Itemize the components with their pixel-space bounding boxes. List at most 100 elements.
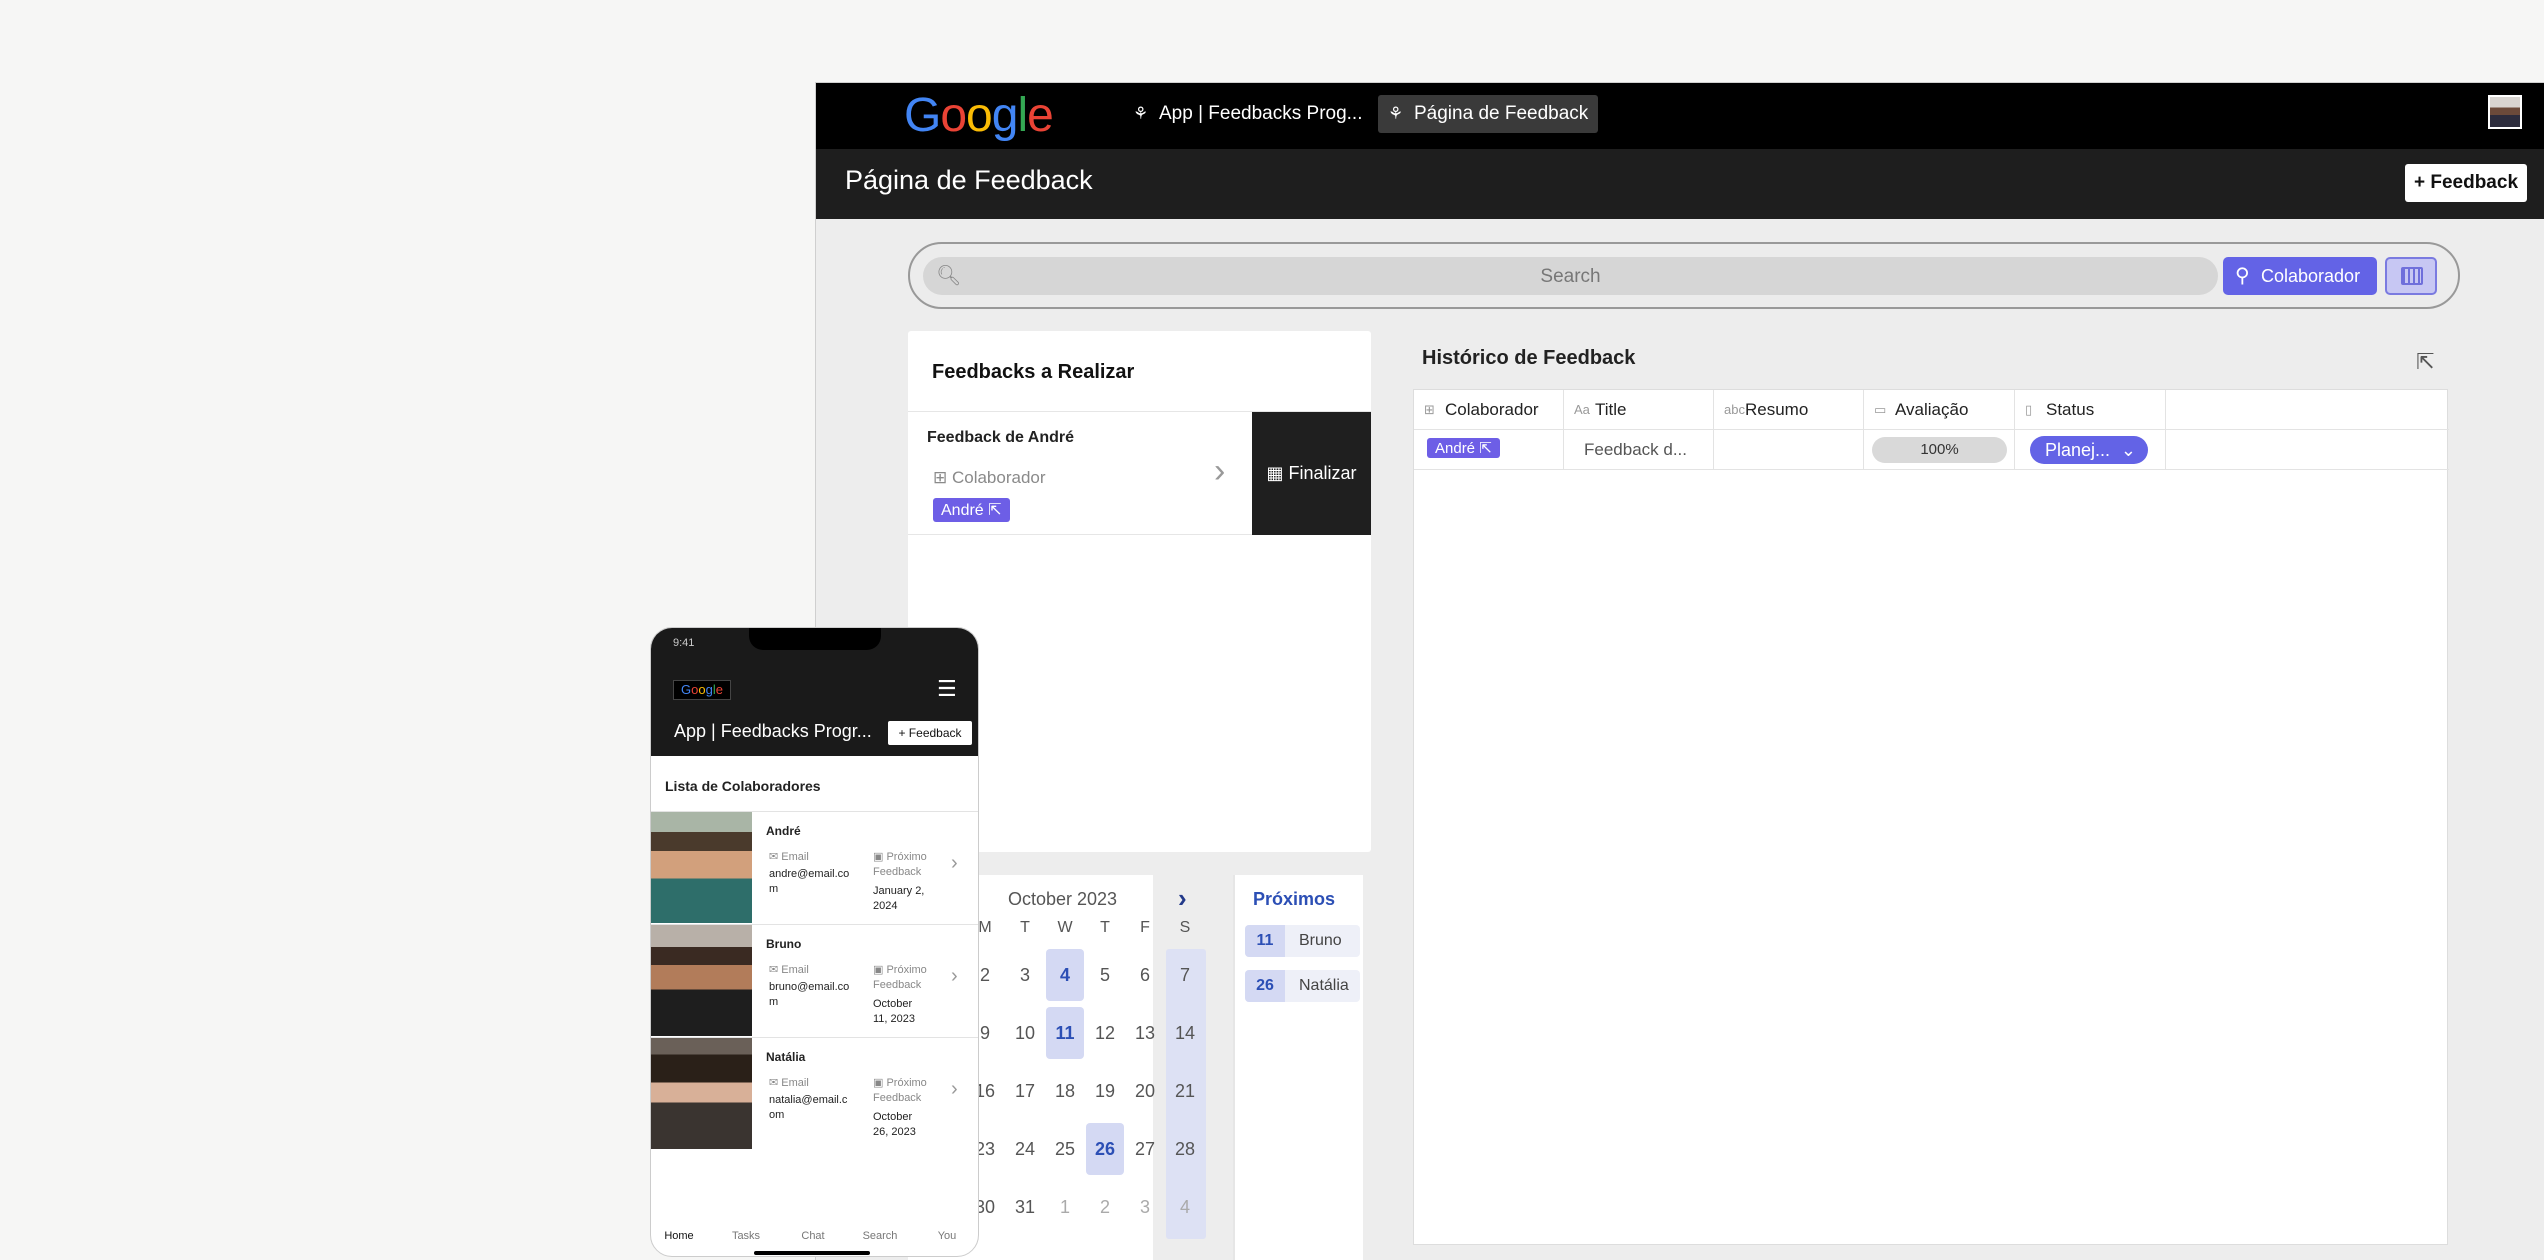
app-icon: ⚘ [1133, 104, 1149, 123]
hamburger-menu-icon[interactable]: ☰ [937, 676, 957, 702]
collaborator-name: Natália [766, 1050, 806, 1064]
feedback-card[interactable]: Feedback de André ⊞ Colaborador André ⇱ … [908, 411, 1371, 535]
calendar-day[interactable]: 21 [1166, 1065, 1204, 1117]
column-header-title[interactable]: Aa Title [1564, 390, 1714, 430]
calendar-weekday: S [1179, 919, 1191, 936]
collaborator-row[interactable]: Natália ✉ Email natalia@email.com ▣ Próximo… [651, 1037, 978, 1149]
cell-status[interactable]: Planej... ⌄ [2015, 430, 2166, 470]
phone-tab-you[interactable]: You [914, 1230, 978, 1242]
upcoming-title: Próximos [1253, 889, 1336, 909]
expand-icon[interactable]: ⇱ [2416, 349, 2434, 375]
calendar-day[interactable]: 25 [1046, 1123, 1084, 1175]
cell-colaborador[interactable]: André ⇱ [1414, 430, 1564, 470]
calendar-day[interactable]: 17 [1006, 1065, 1044, 1117]
user-avatar[interactable] [2488, 95, 2522, 129]
calendar-view-button[interactable] [2385, 257, 2437, 295]
search-input[interactable]: 🔍︎ Search [923, 257, 2218, 295]
upcoming-name: Natália [1299, 977, 1349, 994]
chevron-right-icon[interactable]: › [1178, 883, 1187, 914]
phone-tab-tasks[interactable]: Tasks [713, 1230, 779, 1242]
chevron-down-icon: ⌄ [2120, 440, 2136, 460]
column-header-avaliacao[interactable]: ▭ Avaliação [1864, 390, 2015, 430]
next-feedback-label: ▣ Próximo Feedback [873, 851, 927, 878]
calendar-day[interactable]: 19 [1086, 1065, 1124, 1117]
calendar-day[interactable]: 24 [1006, 1123, 1044, 1175]
google-logo[interactable]: Google [904, 88, 1054, 143]
collaborator-row[interactable]: Bruno ✉ Email bruno@email.com ▣ Próximo Fee… [651, 924, 978, 1036]
email-label: ✉ Email [769, 964, 809, 976]
finalize-button[interactable]: ▦ Finalizar [1252, 412, 1371, 535]
upcoming-item[interactable]: 11 Bruno [1245, 925, 1360, 957]
cell-avaliacao[interactable]: 100% [1864, 430, 2015, 470]
calendar-day[interactable]: 13 [1126, 1007, 1164, 1059]
cell-title[interactable]: Feedback d... [1564, 430, 1714, 470]
calendar-day[interactable]: 7 [1166, 949, 1204, 1001]
new-feedback-button[interactable]: + Feedback [2405, 164, 2527, 202]
abc-icon: abc [1724, 402, 1745, 417]
nav-tab-label: Página de Feedback [1414, 103, 1589, 124]
calendar-day[interactable]: 6 [1126, 949, 1164, 1001]
relation-icon: ⊞ [1424, 402, 1435, 417]
colaborador-field-label: ⊞ Colaborador [933, 468, 1046, 487]
calendar-day[interactable]: 31 [1006, 1181, 1044, 1233]
calendar-day[interactable]: 28 [1166, 1123, 1204, 1175]
column-header-resumo[interactable]: abc Resumo [1714, 390, 1864, 430]
calendar-day[interactable]: 2 [1086, 1181, 1124, 1233]
history-table: ⊞ Colaborador Aa Title abc Resumo ▭ Avaliaçã… [1413, 389, 2449, 1245]
chevron-right-icon[interactable]: › [951, 965, 958, 988]
next-feedback-label: ▣ Próximo Feedback [873, 964, 927, 991]
collaborator-name: André [766, 824, 801, 838]
chevron-right-icon[interactable]: › [1214, 452, 1225, 491]
chevron-right-icon[interactable]: › [951, 1078, 958, 1101]
calendar-day[interactable]: 5 [1086, 949, 1124, 1001]
phone-tab-search[interactable]: Search [847, 1230, 913, 1242]
collaborator-email: bruno@email.com [769, 981, 850, 1008]
phone-app-title: App | Feedbacks Progr... [674, 721, 872, 741]
page-title: Página de Feedback [845, 165, 1093, 195]
status-dropdown[interactable]: Planej... ⌄ [2030, 436, 2148, 464]
calendar-day[interactable]: 3 [1006, 949, 1044, 1001]
phone-new-feedback-button[interactable]: + Feedback [888, 721, 972, 745]
upcoming-item[interactable]: 26 Natália [1245, 970, 1360, 1002]
calendar-day[interactable]: 26 [1086, 1123, 1124, 1175]
column-header-status[interactable]: ▯ Status [2015, 390, 2166, 430]
colaborador-chip[interactable]: André ⇱ [1427, 438, 1500, 458]
relation-icon: ⊞ [933, 468, 952, 487]
upcoming-panel: Próximos 11 Bruno 26 Natália [1233, 875, 1363, 1260]
calendar-day[interactable]: 11 [1046, 1007, 1084, 1059]
search-colaborador-button[interactable]: ⚲ Colaborador [2223, 257, 2377, 295]
search-toolbar: 🔍︎ Search ⚲ Colaborador [908, 242, 2460, 309]
phone-tab-chat[interactable]: Chat [780, 1230, 846, 1242]
column-header-empty [2166, 390, 2449, 430]
calendar-day[interactable]: 14 [1166, 1007, 1204, 1059]
chevron-right-icon[interactable]: › [951, 852, 958, 875]
calendar-icon: ▣ [873, 964, 887, 976]
colaborador-chip[interactable]: André ⇱ [933, 498, 1010, 522]
panel-title: Feedbacks a Realizar [932, 361, 1135, 383]
phone-tab-home[interactable]: Home [651, 1230, 712, 1242]
collaborator-row[interactable]: André ✉ Email andre@email.com ▣ Próximo Fee… [651, 811, 978, 923]
calendar-day[interactable]: 3 [1126, 1181, 1164, 1233]
phone-time: 9:41 [673, 637, 695, 649]
column-header-colaborador[interactable]: ⊞ Colaborador [1414, 390, 1564, 430]
next-feedback-date: October 11, 2023 [873, 998, 916, 1025]
nav-tab-pagina-feedback[interactable]: ⚘ Página de Feedback [1378, 95, 1599, 133]
calendar-day[interactable]: 18 [1046, 1065, 1084, 1117]
cell-resumo[interactable] [1714, 430, 1864, 470]
calendar-icon [2401, 267, 2423, 285]
collaborator-email: natalia@email.com [769, 1094, 848, 1121]
calendar-day[interactable]: 20 [1126, 1065, 1164, 1117]
calendar-day[interactable]: 12 [1086, 1007, 1124, 1059]
collaborator-name: Bruno [766, 937, 802, 951]
calendar-day[interactable]: 1 [1046, 1181, 1084, 1233]
calendar-day[interactable]: 10 [1006, 1007, 1044, 1059]
calendar-day[interactable]: 4 [1166, 1181, 1204, 1233]
mail-icon: ✉ [769, 964, 782, 976]
nav-tab-app-feedbacks[interactable]: ⚘ App | Feedbacks Prog... [1123, 95, 1373, 133]
calendar-day[interactable]: 27 [1126, 1123, 1164, 1175]
calendar-day[interactable]: 4 [1046, 949, 1084, 1001]
phone-list-title: Lista de Colaboradores [665, 778, 821, 794]
email-label: ✉ Email [769, 1077, 809, 1089]
calendar-weekday: T [1020, 919, 1030, 936]
google-logo[interactable]: Google [673, 680, 731, 700]
